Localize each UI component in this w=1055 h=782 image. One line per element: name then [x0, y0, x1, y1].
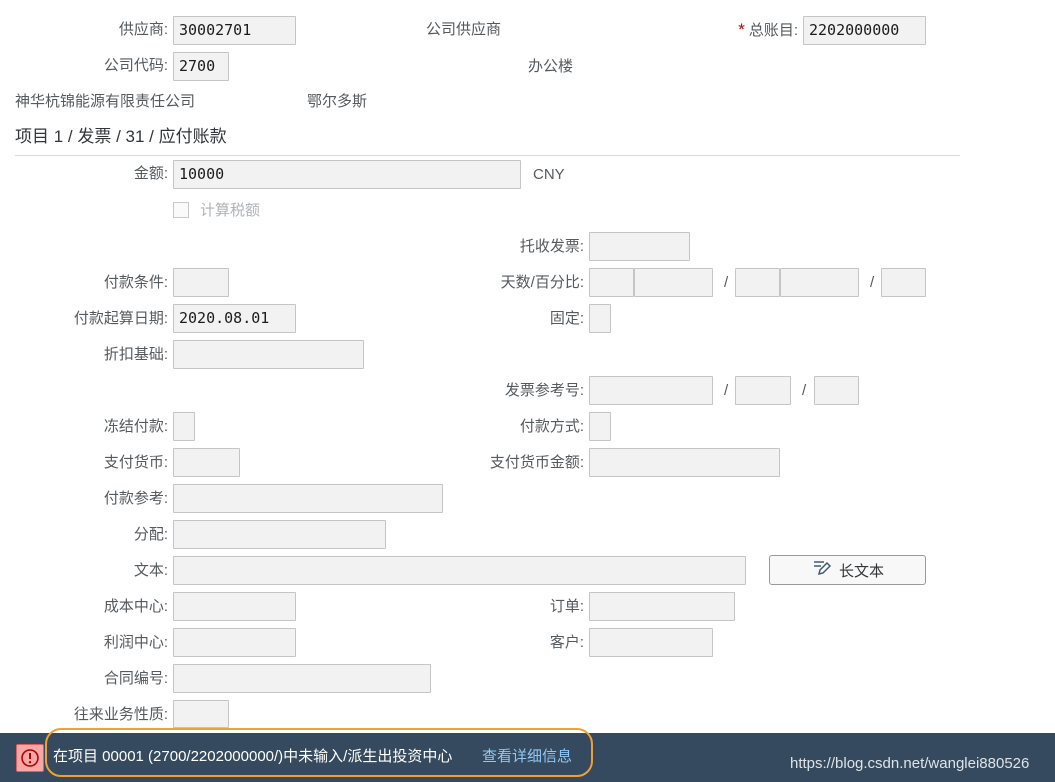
text-field[interactable]	[173, 556, 746, 585]
separator-slash: /	[724, 382, 729, 399]
amount-field[interactable]: 10000	[173, 160, 521, 189]
watermark-text: https://blog.csdn.net/wanglei880526	[790, 755, 1030, 772]
payment-currency-label: 支付货币:	[103, 454, 168, 471]
gl-account-label-text: 总账目:	[748, 22, 798, 39]
company-code-label: 公司代码:	[103, 57, 168, 74]
customer-label: 客户:	[549, 634, 584, 651]
days-2-field[interactable]	[735, 268, 780, 297]
gl-account-label: * 总账目:	[700, 20, 798, 41]
payment-method-label: 付款方式:	[519, 418, 584, 435]
long-text-button-label: 长文本	[838, 562, 884, 580]
error-icon[interactable]	[16, 744, 44, 772]
order-label: 订单:	[549, 598, 584, 615]
payment-block-field[interactable]	[173, 412, 195, 441]
percent-2-field[interactable]	[780, 268, 859, 297]
gl-account-field[interactable]: 2202000000	[803, 16, 926, 45]
vendor-name-text: 公司供应商	[426, 21, 502, 38]
vendor-label: 供应商:	[118, 21, 168, 38]
payment-currency-amount-field[interactable]	[589, 448, 780, 477]
company-full-name: 神华杭锦能源有限责任公司	[15, 93, 196, 110]
city-text: 鄂尔多斯	[307, 93, 368, 110]
baseline-date-label: 付款起算日期:	[73, 310, 168, 327]
invoice-ref-label: 发票参考号:	[504, 382, 584, 399]
separator-slash: /	[724, 274, 729, 291]
edit-pencil-icon	[811, 559, 832, 581]
fixed-field[interactable]	[589, 304, 611, 333]
days-net-field[interactable]	[881, 268, 926, 297]
baseline-date-field[interactable]: 2020.08.01	[173, 304, 296, 333]
cost-center-field[interactable]	[173, 592, 296, 621]
annotation-highlight-ring	[45, 728, 593, 777]
company-name-text: 办公楼	[528, 58, 574, 75]
invoice-ref-year-field[interactable]	[735, 376, 791, 405]
vendor-field[interactable]: 30002701	[173, 16, 296, 45]
payment-method-field[interactable]	[589, 412, 611, 441]
section-divider	[15, 155, 960, 156]
profit-center-field[interactable]	[173, 628, 296, 657]
percent-1-field[interactable]	[634, 268, 713, 297]
invoice-ref-item-field[interactable]	[814, 376, 859, 405]
section-title: 项目 1 / 发票 / 31 / 应付账款	[15, 127, 227, 146]
transaction-type-field[interactable]	[173, 700, 229, 728]
separator-slash: /	[802, 382, 807, 399]
payment-currency-amount-label: 支付货币金额:	[489, 454, 584, 471]
payment-terms-label: 付款条件:	[103, 274, 168, 291]
assignment-label: 分配:	[133, 526, 168, 543]
company-code-field[interactable]: 2700	[173, 52, 229, 81]
calc-tax-checkbox[interactable]	[173, 202, 189, 218]
long-text-button[interactable]: 长文本	[769, 555, 926, 585]
payment-reference-field[interactable]	[173, 484, 443, 513]
invoice-ref-field[interactable]	[589, 376, 713, 405]
calc-tax-label: 计算税额	[200, 202, 261, 219]
redacted-vendor-name	[306, 20, 426, 42]
cost-center-label: 成本中心:	[103, 598, 168, 615]
required-marker: *	[738, 20, 745, 39]
contract-no-label: 合同编号:	[103, 670, 168, 687]
amount-label: 金额:	[133, 165, 168, 182]
payment-currency-field[interactable]	[173, 448, 240, 477]
customer-field[interactable]	[589, 628, 713, 657]
payment-terms-field[interactable]	[173, 268, 229, 297]
payment-block-label: 冻结付款:	[103, 418, 168, 435]
text-label: 文本:	[133, 562, 168, 579]
collection-invoice-label: 托收发票:	[519, 238, 584, 255]
payment-reference-label: 付款参考:	[103, 490, 168, 507]
transaction-type-label: 往来业务性质:	[73, 706, 168, 723]
separator-slash: /	[870, 274, 875, 291]
redacted-company-name	[306, 56, 530, 76]
currency-text: CNY	[533, 166, 565, 183]
fixed-label: 固定:	[549, 310, 584, 327]
discount-base-field[interactable]	[173, 340, 364, 369]
assignment-field[interactable]	[173, 520, 386, 549]
order-field[interactable]	[589, 592, 735, 621]
contract-no-field[interactable]	[173, 664, 431, 693]
discount-base-label: 折扣基础:	[103, 346, 168, 363]
collection-invoice-field[interactable]	[589, 232, 690, 261]
profit-center-label: 利润中心:	[103, 634, 168, 651]
days-percent-label: 天数/百分比:	[500, 274, 584, 291]
days-1-field[interactable]	[589, 268, 634, 297]
